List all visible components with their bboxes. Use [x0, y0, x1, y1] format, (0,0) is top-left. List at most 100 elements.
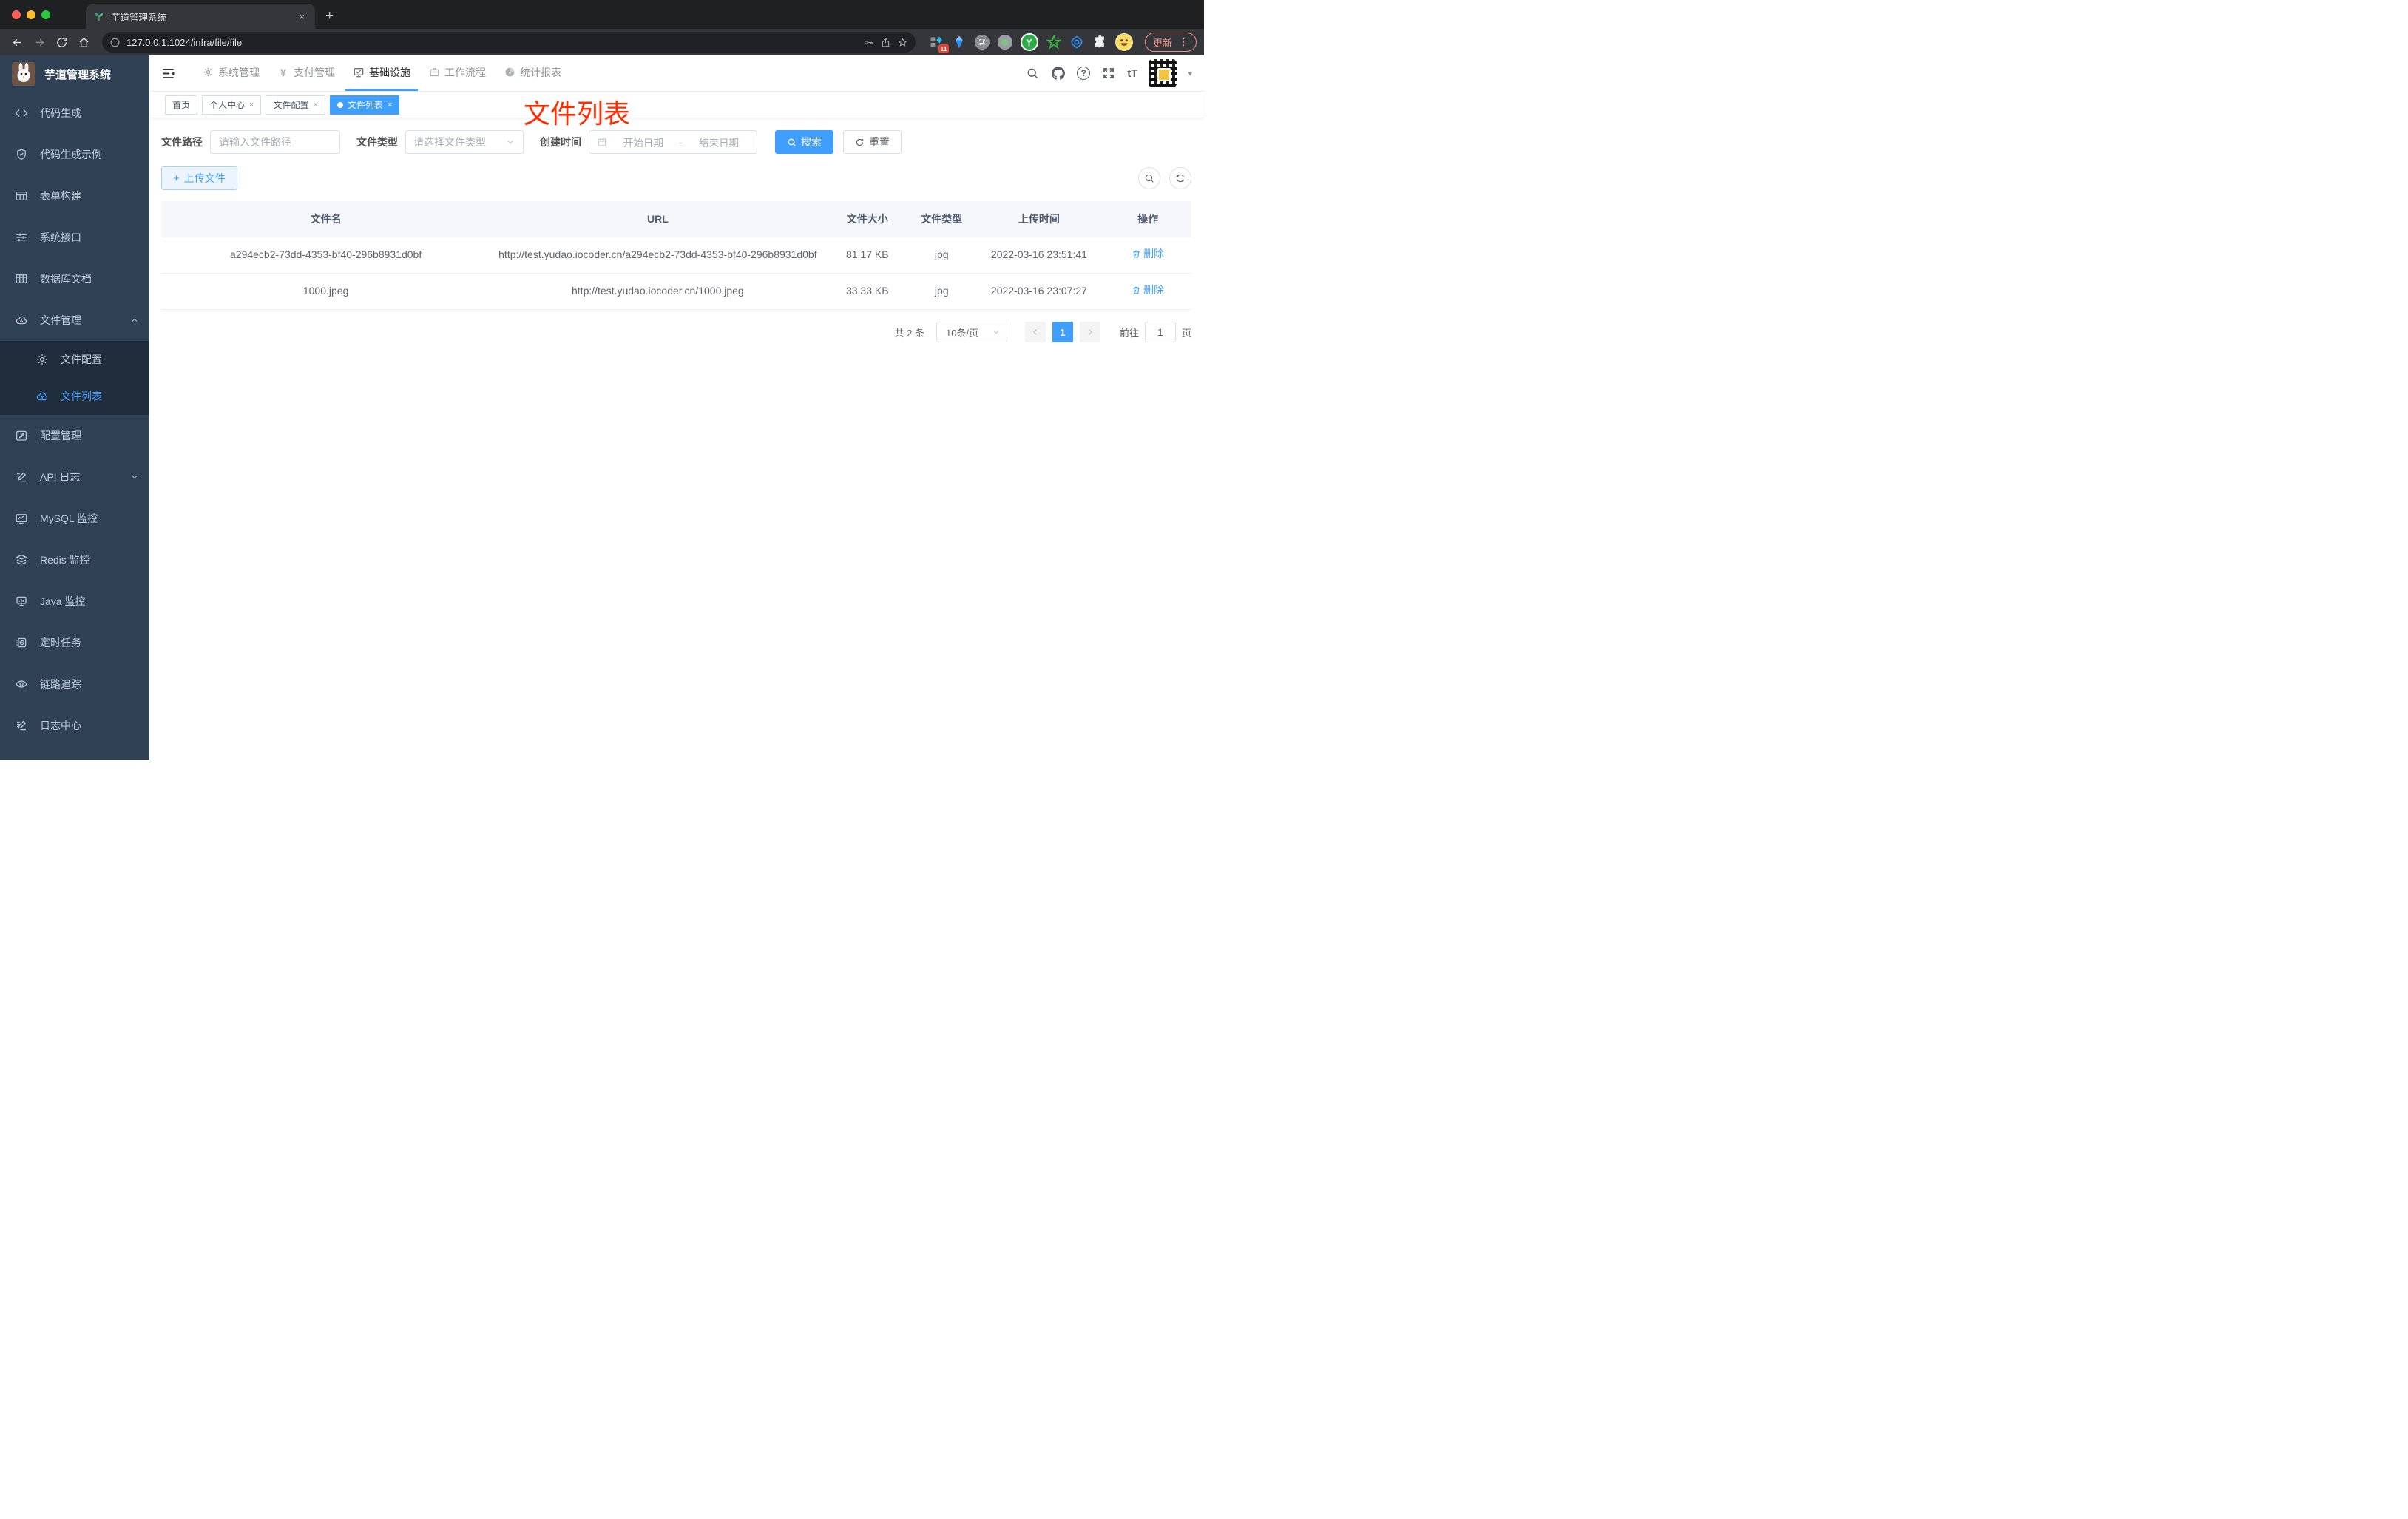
sidebar-item-config-management[interactable]: 配置管理: [0, 415, 149, 456]
search-button[interactable]: 搜索: [775, 130, 833, 154]
toggle-search-button[interactable]: [1138, 167, 1160, 189]
nav-item-infrastructure[interactable]: 基础设施: [345, 55, 418, 91]
extension-gem-icon[interactable]: [952, 35, 967, 50]
logo-avatar: [12, 62, 35, 86]
upload-file-button[interactable]: + 上传文件: [161, 166, 237, 190]
edit-square-icon: [15, 429, 28, 442]
page-size-select[interactable]: 10条/页: [936, 322, 1007, 343]
prev-page-button[interactable]: [1024, 322, 1046, 343]
site-info-icon[interactable]: [109, 37, 121, 48]
next-page-button[interactable]: [1079, 322, 1100, 343]
cell-time: 2022-03-16 23:51:41: [973, 236, 1105, 274]
extension-command-icon[interactable]: [974, 35, 990, 50]
logo-row[interactable]: 芋道管理系统: [0, 55, 149, 92]
app-title: 芋道管理系统: [44, 68, 112, 81]
sidebar-item-redis-monitor[interactable]: Redis 监控: [0, 539, 149, 581]
extension-grid-icon[interactable]: 11: [929, 35, 949, 53]
sidebar-item-tracing[interactable]: 链路追踪: [0, 663, 149, 705]
tag-home[interactable]: 首页: [165, 95, 198, 115]
delete-button[interactable]: 删除: [1132, 246, 1164, 263]
page-unit: 页: [1181, 327, 1191, 339]
sidebar-item-code-gen[interactable]: 代码生成: [0, 92, 149, 134]
top-nav: 系统管理 ¥ 支付管理 基础设施 工作流程 统计报表: [195, 55, 569, 91]
profile-avatar-emoji[interactable]: [1115, 33, 1133, 51]
nav-item-payment[interactable]: ¥ 支付管理: [270, 55, 342, 91]
tag-file-config[interactable]: 文件配置 ×: [266, 95, 325, 115]
browser-update-button[interactable]: 更新 ⋮: [1144, 33, 1197, 52]
nav-item-reports[interactable]: 统计报表: [496, 55, 569, 91]
tag-profile[interactable]: 个人中心 ×: [202, 95, 262, 115]
sidebar-collapse-icon[interactable]: [161, 55, 175, 91]
share-icon[interactable]: [880, 37, 891, 48]
tab-close-icon[interactable]: ×: [296, 11, 308, 22]
fullscreen-icon[interactable]: [1101, 66, 1116, 81]
sidebar-item-db-doc[interactable]: 数据库文档: [0, 258, 149, 300]
file-path-input[interactable]: [211, 131, 339, 153]
extension-star-icon[interactable]: [1046, 35, 1061, 50]
extension-dot-icon[interactable]: [997, 35, 1012, 50]
col-time: 上传时间: [973, 201, 1105, 237]
reload-button[interactable]: [52, 33, 71, 52]
minimize-window-button[interactable]: [27, 10, 35, 19]
home-button[interactable]: [74, 33, 93, 52]
tag-file-list[interactable]: 文件列表 ×: [329, 95, 400, 115]
sidebar-item-mysql-monitor[interactable]: MySQL 监控: [0, 498, 149, 539]
layers-icon: [15, 553, 28, 566]
current-page[interactable]: 1: [1052, 322, 1073, 343]
new-tab-button[interactable]: +: [325, 8, 334, 24]
sidebar-item-code-demo[interactable]: 代码生成示例: [0, 134, 149, 175]
forward-button[interactable]: [30, 33, 49, 52]
col-url: URL: [490, 201, 825, 237]
avatar-caret-icon[interactable]: ▾: [1188, 69, 1192, 78]
extension-eye-icon[interactable]: [1069, 35, 1084, 50]
back-button[interactable]: [7, 33, 27, 52]
date-separator: -: [679, 136, 683, 148]
sidebar-item-java-monitor[interactable]: Java 监控: [0, 581, 149, 622]
cell-filename: a294ecb2-73dd-4353-bf40-296b8931d0bf: [161, 236, 491, 274]
url-bar[interactable]: 127.0.0.1:1024/infra/file/file: [102, 32, 916, 53]
extensions-area: 11: [924, 33, 1137, 53]
sidebar-item-form-builder[interactable]: 表单构建: [0, 175, 149, 217]
eye-icon: [15, 677, 28, 691]
sidebar-item-file-management[interactable]: 文件管理: [0, 300, 149, 341]
date-range-picker[interactable]: 开始日期 - 结束日期: [589, 130, 757, 154]
help-icon[interactable]: ?: [1077, 67, 1091, 80]
browser-menu-icon[interactable]: ⋮: [1179, 36, 1188, 48]
reset-button[interactable]: 重置: [843, 130, 902, 154]
monitor-check-icon: [353, 67, 365, 78]
dashboard-pie-icon: [504, 67, 515, 78]
chevron-down-icon: [505, 137, 515, 147]
close-icon[interactable]: ×: [388, 101, 392, 109]
close-icon[interactable]: ×: [313, 101, 317, 109]
sidebar-item-log-center[interactable]: 日志中心: [0, 705, 149, 746]
monitor-icon: [15, 595, 28, 608]
nav-item-workflow[interactable]: 工作流程: [421, 55, 493, 91]
sidebar-item-scheduled-tasks[interactable]: 定时任务: [0, 622, 149, 663]
browser-tab[interactable]: 芋道管理系统 ×: [86, 4, 315, 29]
start-date-placeholder[interactable]: 开始日期: [613, 135, 674, 149]
goto-page-input[interactable]: [1145, 322, 1175, 342]
bookmark-star-icon[interactable]: [897, 37, 908, 48]
github-icon[interactable]: [1051, 66, 1066, 81]
sidebar-item-file-list[interactable]: 文件列表: [0, 378, 149, 415]
file-type-select[interactable]: 请选择文件类型: [405, 130, 524, 154]
refresh-button[interactable]: [1169, 167, 1191, 189]
app: 芋道管理系统 代码生成 代码生成示例 表单构建 系统接口 数据库文档 文件管理: [0, 55, 1204, 760]
sidebar-item-api-log[interactable]: API 日志: [0, 456, 149, 498]
close-icon[interactable]: ×: [249, 101, 254, 109]
nav-item-system[interactable]: 系统管理: [195, 55, 267, 91]
extension-y-icon[interactable]: [1020, 33, 1038, 51]
sidebar-item-file-config[interactable]: 文件配置: [0, 341, 149, 378]
maximize-window-button[interactable]: [41, 10, 50, 19]
password-key-icon[interactable]: [863, 37, 874, 48]
user-avatar-qr[interactable]: [1149, 59, 1177, 87]
end-date-placeholder[interactable]: 结束日期: [689, 135, 749, 149]
search-icon[interactable]: [1025, 66, 1040, 81]
chevron-down-icon: [130, 473, 139, 481]
extension-puzzle-icon[interactable]: [1092, 35, 1107, 50]
font-size-icon[interactable]: tT: [1127, 67, 1137, 80]
sidebar-item-system-api[interactable]: 系统接口: [0, 217, 149, 258]
delete-button[interactable]: 删除: [1132, 283, 1164, 299]
cloud-upload-icon: [35, 390, 49, 403]
close-window-button[interactable]: [12, 10, 21, 19]
